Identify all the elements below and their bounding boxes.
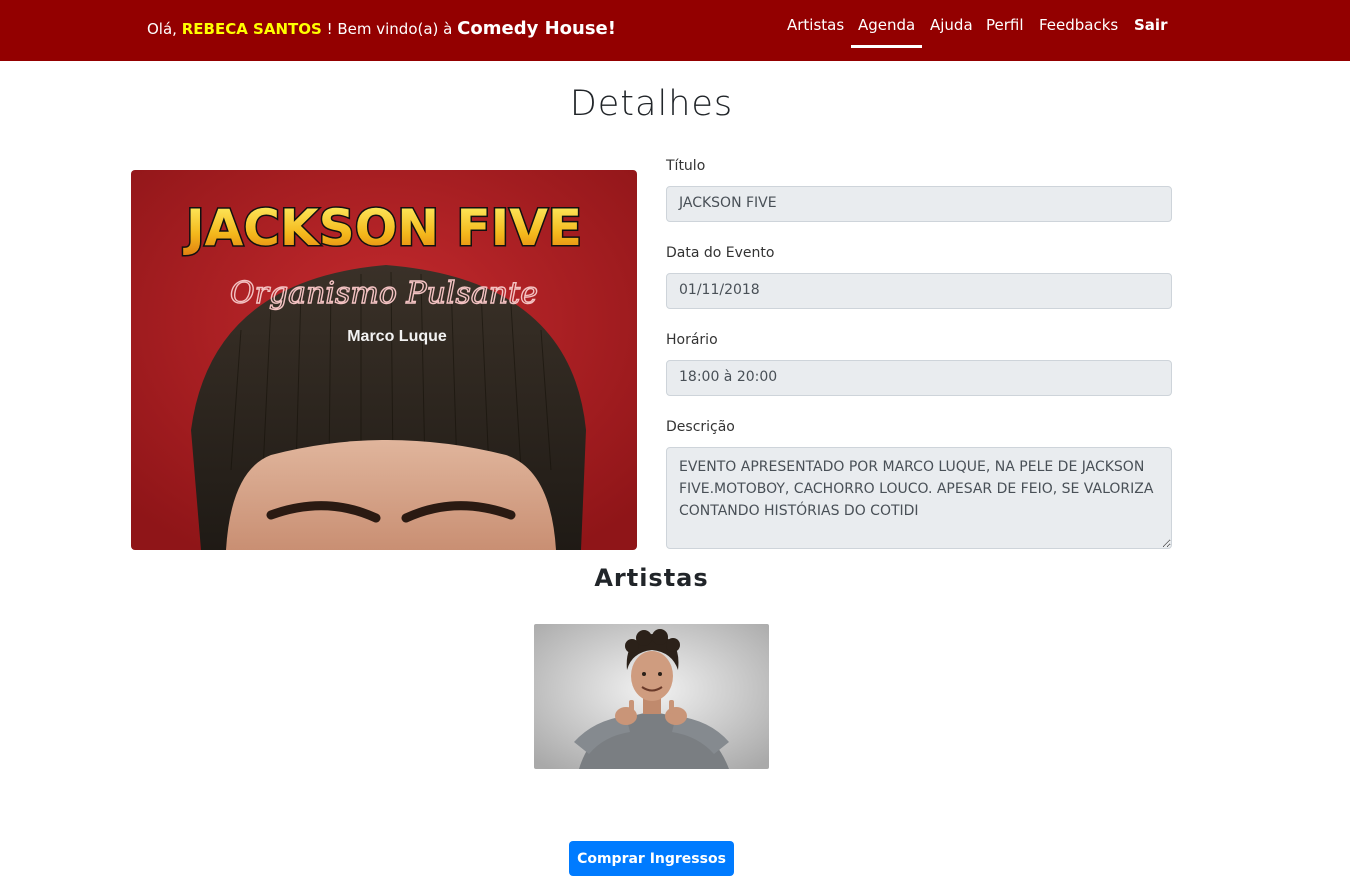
poster-author: Marco Luque [347, 328, 447, 345]
horario-label: Horário [666, 332, 718, 348]
titulo-field[interactable]: JACKSON FIVE [666, 186, 1172, 222]
nav-sair[interactable]: Sair [1134, 16, 1167, 34]
page-title: Detalhes [569, 84, 734, 124]
greeting: Olá, REBECA SANTOS ! Bem vindo(a) à Come… [147, 18, 616, 39]
greeting-prefix: Olá, [147, 20, 177, 38]
descricao-textarea[interactable]: EVENTO APRESENTADO POR MARCO LUQUE, NA P… [666, 447, 1172, 549]
nav-artistas[interactable]: Artistas [787, 16, 844, 34]
top-navbar: Olá, REBECA SANTOS ! Bem vindo(a) à Come… [0, 0, 1350, 61]
descricao-label: Descrição [666, 419, 735, 435]
nav-feedbacks[interactable]: Feedbacks [1039, 16, 1118, 34]
user-name: REBECA SANTOS [181, 20, 322, 38]
poster-subtitle: Organismo Pulsante [230, 276, 538, 311]
poster-headline: JACKSON FIVE [183, 199, 582, 257]
artists-section-title: Artistas [594, 564, 709, 592]
nav-agenda[interactable]: Agenda [850, 16, 923, 48]
data-evento-field[interactable]: 01/11/2018 [666, 273, 1172, 309]
event-poster: JACKSON FIVE Organismo Pulsante Marco Lu… [131, 170, 637, 550]
artist-photo[interactable] [534, 624, 769, 769]
greeting-middle: ! Bem vindo(a) à [326, 20, 453, 38]
brand-name: Comedy House! [457, 18, 616, 39]
titulo-label: Título [666, 158, 706, 174]
data-evento-label: Data do Evento [666, 245, 775, 261]
nav-ajuda[interactable]: Ajuda [930, 16, 973, 34]
buy-tickets-button[interactable]: Comprar Ingressos [569, 841, 734, 876]
horario-field[interactable]: 18:00 à 20:00 [666, 360, 1172, 396]
nav-perfil[interactable]: Perfil [986, 16, 1024, 34]
